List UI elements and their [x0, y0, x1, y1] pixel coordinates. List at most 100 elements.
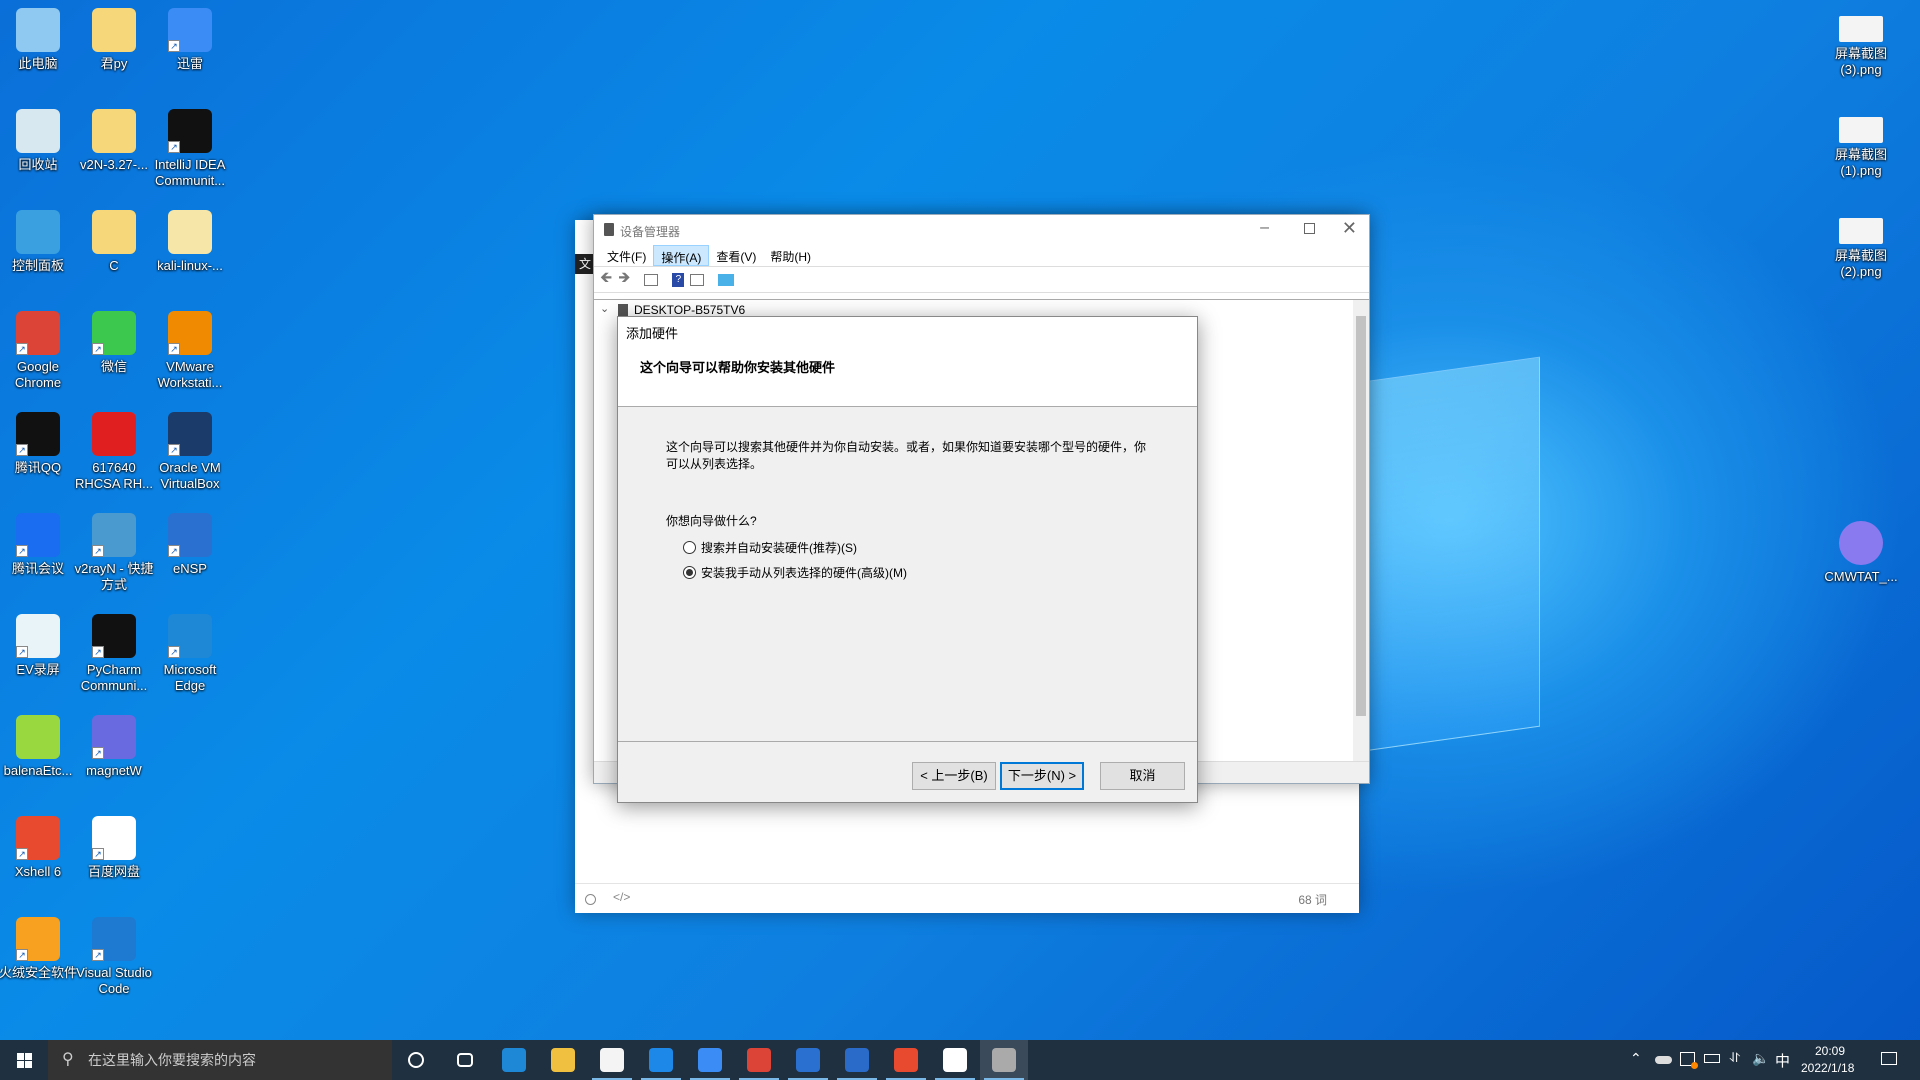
desktop-icon[interactable]: ↗ eNSP: [147, 507, 233, 577]
security-icon[interactable]: [1680, 1052, 1698, 1069]
computer-icon: [618, 304, 628, 316]
window-title: 设备管理器: [620, 225, 681, 239]
expand-chevron-icon[interactable]: ⌄: [600, 302, 609, 315]
desktop-icon-label: 回收站: [18, 157, 58, 172]
back-button[interactable]: < 上一步(B): [912, 762, 996, 790]
cancel-button[interactable]: 取消: [1100, 762, 1185, 790]
show-hidden-icons-chevron-icon[interactable]: ⌃: [1630, 1050, 1642, 1067]
desktop-icon[interactable]: ↗ Google Chrome: [0, 305, 81, 391]
menu-item[interactable]: 操作(A): [653, 245, 710, 266]
desktop-icon[interactable]: 屏幕截图 (3).png: [1818, 10, 1904, 78]
desktop-icon-label: 迅雷: [176, 56, 203, 71]
app-icon: ↗: [16, 816, 60, 860]
desktop-icon[interactable]: 617640 RHCSA RH...: [71, 406, 157, 492]
desktop-icon[interactable]: balenaEtc...: [0, 709, 81, 779]
desktop-icon[interactable]: ↗ PyCharm Communi...: [71, 608, 157, 694]
desktop-icon[interactable]: ↗ IntelliJ IDEA Communit...: [147, 103, 233, 189]
desktop-icon[interactable]: 屏幕截图 (1).png: [1818, 111, 1904, 179]
taskbar-app-typora[interactable]: [931, 1040, 979, 1080]
desktop-icon[interactable]: ↗ 百度网盘: [71, 810, 157, 880]
radio-button[interactable]: [683, 566, 696, 579]
battery-icon[interactable]: [1704, 1054, 1720, 1063]
desktop-icon[interactable]: ↗ VMware Workstati...: [147, 305, 233, 391]
desktop-icon[interactable]: ↗ Visual Studio Code: [71, 911, 157, 997]
file-explorer-icon: [551, 1048, 575, 1072]
app-icon: ↗: [92, 816, 136, 860]
desktop-icon[interactable]: ↗ 腾讯会议: [0, 507, 81, 577]
taskbar-app-xunlei[interactable]: [686, 1040, 734, 1080]
properties-icon[interactable]: [644, 273, 659, 286]
app-icon: [16, 109, 60, 153]
taskbar-app-device-manager[interactable]: [980, 1040, 1028, 1080]
taskbar-app-cortana[interactable]: [392, 1040, 440, 1080]
taskbar-app-edge[interactable]: [490, 1040, 538, 1080]
desktop-icon[interactable]: ↗ 腾讯QQ: [0, 406, 81, 476]
desktop-icon[interactable]: C: [71, 204, 157, 274]
taskbar-app-file-explorer[interactable]: [539, 1040, 587, 1080]
wallpaper-logo: [1350, 356, 1540, 754]
desktop-icon[interactable]: ↗ magnetW: [71, 709, 157, 779]
desktop-icon[interactable]: CMWTAT_...: [1818, 515, 1904, 585]
desktop-icon[interactable]: ↗ 微信: [71, 305, 157, 375]
volume-icon[interactable]: 🔈: [1752, 1050, 1769, 1067]
forward-arrow-icon[interactable]: 🡺: [618, 267, 630, 292]
radio-option[interactable]: 安装我手动从列表选择的硬件(高级)(M): [683, 564, 907, 581]
taskbar-app-ensp[interactable]: [784, 1040, 832, 1080]
shortcut-arrow-icon: ↗: [168, 40, 180, 52]
taskbar-app-task-view[interactable]: [441, 1040, 489, 1080]
search-box[interactable]: ⚲ 在这里输入你要搜索的内容: [48, 1040, 392, 1080]
desktop-icon[interactable]: 屏幕截图 (2).png: [1818, 212, 1904, 280]
desktop-icon[interactable]: kali-linux-...: [147, 204, 233, 274]
minimize-button[interactable]: –: [1260, 219, 1269, 237]
desktop-icon[interactable]: ↗ EV录屏: [0, 608, 81, 678]
desktop-icon[interactable]: ↗ v2rayN - 快捷方式: [71, 507, 157, 593]
desktop-icon[interactable]: ↗ Oracle VM VirtualBox: [147, 406, 233, 492]
scan-hardware-icon[interactable]: [718, 273, 735, 286]
xshell-icon: [894, 1048, 918, 1072]
tree-root[interactable]: DESKTOP-B575TV6: [634, 303, 745, 317]
onedrive-icon[interactable]: [1655, 1056, 1672, 1064]
wifi-icon[interactable]: ⥯: [1730, 1050, 1740, 1066]
ime-indicator[interactable]: 中: [1775, 1050, 1790, 1071]
next-button[interactable]: 下一步(N) >: [1000, 762, 1084, 790]
clock-date[interactable]: 2022/1/18: [1801, 1061, 1854, 1075]
edge-icon: [502, 1048, 526, 1072]
desktop-icon[interactable]: ↗ Xshell 6: [0, 810, 81, 880]
menu-item[interactable]: 帮助(H): [763, 245, 818, 266]
scrollbar[interactable]: [1353, 300, 1369, 761]
close-button[interactable]: ✕: [1342, 218, 1357, 239]
taskbar-app-mail[interactable]: [637, 1040, 685, 1080]
menu-item[interactable]: 文件(F): [600, 245, 653, 266]
desktop-icon[interactable]: ↗ Microsoft Edge: [147, 608, 233, 694]
desktop-icon[interactable]: 控制面板: [0, 204, 81, 274]
desktop-icon[interactable]: ↗ 迅雷: [147, 2, 233, 72]
notification-icon[interactable]: [1881, 1052, 1897, 1065]
code-icon[interactable]: </>: [613, 890, 630, 904]
circle-icon[interactable]: [585, 894, 596, 905]
maximize-button[interactable]: [1304, 223, 1315, 234]
shortcut-arrow-icon: ↗: [168, 343, 180, 355]
menu-item[interactable]: 查看(V): [709, 245, 763, 266]
update-driver-icon[interactable]: [690, 273, 705, 286]
taskbar-app-xshell[interactable]: [882, 1040, 930, 1080]
taskbar-app-photos[interactable]: [833, 1040, 881, 1080]
app-icon: ↗: [92, 311, 136, 355]
shortcut-arrow-icon: ↗: [92, 848, 104, 860]
shortcut-arrow-icon: ↗: [16, 949, 28, 961]
help-icon[interactable]: ?: [672, 272, 685, 287]
desktop-icon-label: 腾讯会议: [11, 561, 64, 576]
radio-button[interactable]: [683, 541, 696, 554]
taskbar-app-chrome[interactable]: [735, 1040, 783, 1080]
taskbar-app-store[interactable]: [588, 1040, 636, 1080]
desktop-icon[interactable]: 回收站: [0, 103, 81, 173]
desktop-icon[interactable]: 君py: [71, 2, 157, 72]
radio-option[interactable]: 搜索并自动安装硬件(推荐)(S): [683, 539, 857, 556]
start-button[interactable]: [0, 1040, 48, 1080]
app-icon: [92, 8, 136, 52]
back-arrow-icon[interactable]: 🡸: [600, 267, 612, 292]
desktop-icon[interactable]: v2N-3.27-...: [71, 103, 157, 173]
clock-time[interactable]: 20:09: [1815, 1044, 1845, 1058]
desktop-icon[interactable]: ↗ 火绒安全软件: [0, 911, 81, 981]
desktop-icon[interactable]: 此电脑: [0, 2, 81, 72]
windows-logo-icon: [16, 1052, 32, 1068]
